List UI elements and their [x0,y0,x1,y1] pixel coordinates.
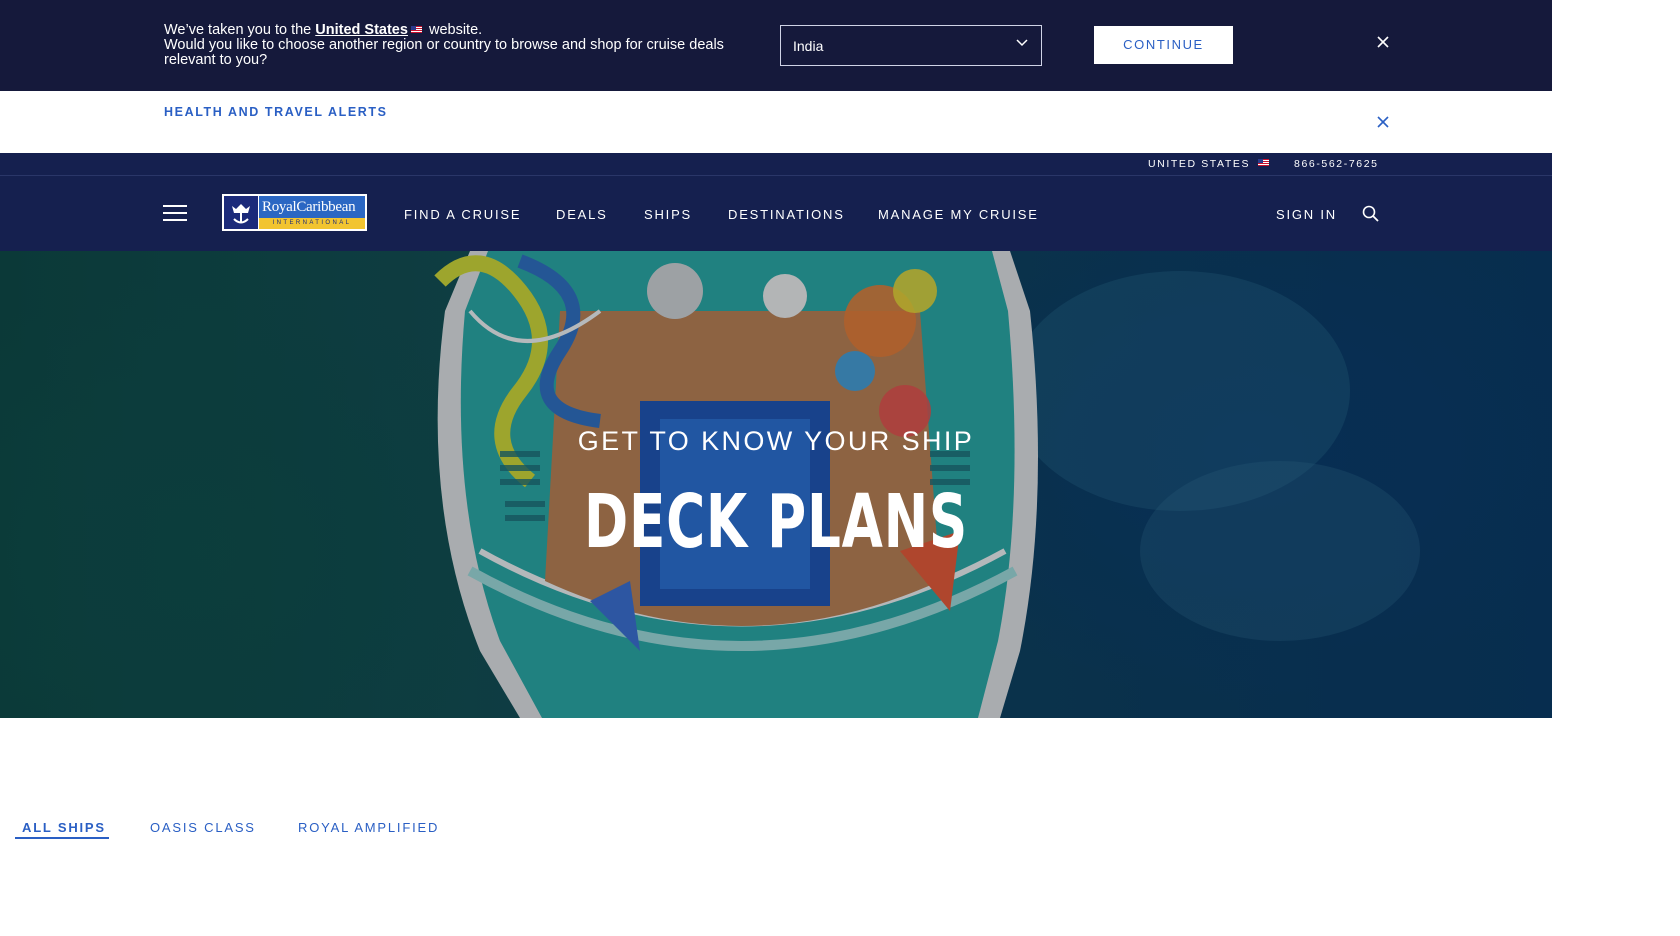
region-message: We’ve taken you to the United States web… [164,23,764,68]
logo-subtitle: INTERNATIONAL [259,218,365,229]
hamburger-icon[interactable] [163,205,187,223]
united-states-link[interactable]: United States [315,22,408,38]
close-icon[interactable] [1376,35,1390,49]
region-message-question: Would you like to choose another region … [164,37,724,68]
health-alert-bar: HEALTH AND TRAVEL ALERTS [0,91,1552,153]
hero-banner: GET TO KNOW YOUR SHIP DECK PLANS [0,251,1552,718]
tab-oasis-class[interactable]: OASIS CLASS [150,820,256,835]
page-title: DECK PLANS [584,479,968,565]
region-select-value: India [793,38,824,54]
region-banner: We’ve taken you to the United States web… [0,0,1552,91]
continue-button[interactable]: CONTINUE [1094,26,1233,64]
us-flag-icon [410,26,422,33]
chevron-down-icon [1016,39,1028,47]
crown-anchor-icon [224,196,258,229]
utility-bar: UNITED STATES 866-562-7625 [0,153,1552,176]
phone-number-link[interactable]: 866-562-7625 [1294,158,1379,170]
search-icon[interactable] [1362,205,1379,222]
nav-find-a-cruise[interactable]: FIND A CRUISE [404,207,521,222]
us-flag-icon [1258,159,1270,166]
active-tab-indicator [15,837,109,839]
close-icon[interactable] [1376,115,1390,129]
tab-royal-amplified[interactable]: ROYAL AMPLIFIED [298,820,439,835]
health-travel-alerts-link[interactable]: HEALTH AND TRAVEL ALERTS [164,105,388,119]
page: We’ve taken you to the United States web… [0,0,1680,936]
nav-deals[interactable]: DEALS [556,207,608,222]
country-label: UNITED STATES [1148,158,1251,170]
ship-class-tabs: ALL SHIPS OASIS CLASS ROYAL AMPLIFIED [0,810,1552,850]
sign-in-link[interactable]: SIGN IN [1276,207,1337,222]
region-select[interactable]: India [780,25,1042,66]
main-navigation: RoyalCaribbean INTERNATIONAL FIND A CRUI… [0,176,1552,251]
country-selector[interactable]: UNITED STATES [1148,158,1272,170]
nav-ships[interactable]: SHIPS [644,207,692,222]
region-message-suffix: website. [428,22,483,38]
nav-destinations[interactable]: DESTINATIONS [728,207,845,222]
nav-manage-my-cruise[interactable]: MANAGE MY CRUISE [878,207,1039,222]
royal-caribbean-logo[interactable]: RoyalCaribbean INTERNATIONAL [222,194,367,231]
region-message-prefix: We’ve taken you to the [164,22,312,38]
tab-all-ships[interactable]: ALL SHIPS [22,820,106,835]
logo-wordmark: RoyalCaribbean [259,196,365,218]
hero-kicker: GET TO KNOW YOUR SHIP [577,426,975,456]
